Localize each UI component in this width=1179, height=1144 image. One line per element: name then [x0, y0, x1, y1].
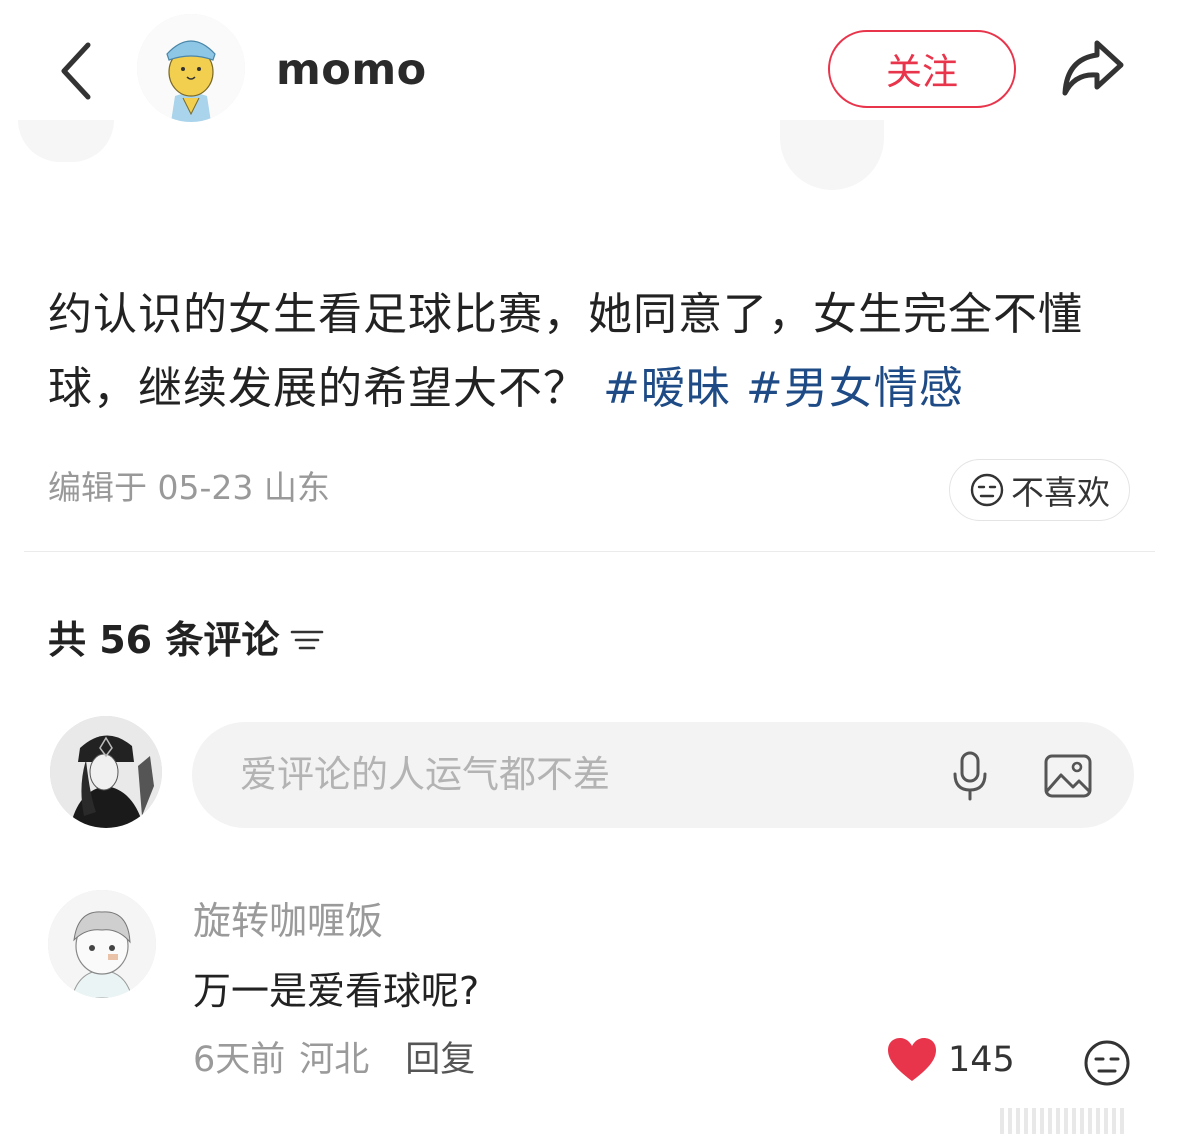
like-button[interactable]: 145 [886, 1034, 1015, 1086]
post-meta: 编辑于 05-23 山东 [48, 468, 330, 507]
carousel-fade-left [18, 120, 114, 162]
neutral-face-icon [970, 473, 1004, 507]
author-avatar[interactable] [137, 14, 245, 122]
user-avatar-image [50, 716, 162, 828]
sort-button[interactable] [289, 625, 325, 655]
carousel-fade-right [780, 120, 884, 190]
comment-location: 河北 [299, 1040, 370, 1080]
comment-count-header: 共 56 条评论 [48, 612, 325, 668]
back-button[interactable] [48, 36, 104, 106]
dislike-label: 不喜欢 [1011, 473, 1110, 512]
divider [24, 551, 1155, 552]
comment-count-label: 共 56 条评论 [48, 618, 280, 662]
anime-avatar-image [48, 890, 156, 998]
cat-avatar-image [137, 14, 245, 122]
dislike-comment-button[interactable] [1080, 1036, 1134, 1090]
image-upload-button[interactable] [1038, 748, 1098, 804]
watermark-bars [1000, 1108, 1124, 1134]
chevron-left-icon [61, 42, 91, 100]
share-button[interactable] [1052, 32, 1132, 104]
hashtag-link[interactable]: #暧昧 [603, 363, 731, 414]
commenter-name[interactable]: 旋转咖喱饭 [193, 893, 383, 949]
post-body: 约认识的女生看足球比赛，她同意了，女生完全不懂球，继续发展的希望大不？ #暧昧 … [48, 278, 1138, 426]
hashtag-link[interactable]: #男女情感 [746, 363, 964, 414]
image-icon [1044, 754, 1092, 798]
dislike-button[interactable]: 不喜欢 [949, 459, 1130, 521]
sort-lines-icon [291, 630, 324, 650]
follow-button[interactable]: 关注 [828, 30, 1016, 108]
voice-input-button[interactable] [942, 748, 998, 804]
reply-button[interactable]: 回复 [405, 1032, 475, 1088]
heart-icon [888, 1038, 936, 1081]
microphone-icon [953, 751, 987, 801]
commenter-avatar[interactable] [48, 890, 156, 998]
comment-input[interactable]: 爱评论的人运气都不差 [192, 722, 1134, 828]
comment-text: 万一是爱看球呢? [193, 969, 480, 1013]
neutral-face-icon [1084, 1040, 1130, 1086]
my-avatar[interactable] [50, 716, 162, 828]
author-name[interactable]: momo [276, 40, 427, 100]
comment-placeholder: 爱评论的人运气都不差 [240, 753, 610, 796]
like-count: 145 [948, 1040, 1015, 1080]
comment-meta: 6天前 河北 回复 [193, 1032, 475, 1088]
share-arrow-icon [1062, 40, 1124, 96]
comment-time: 6天前 [193, 1040, 286, 1080]
